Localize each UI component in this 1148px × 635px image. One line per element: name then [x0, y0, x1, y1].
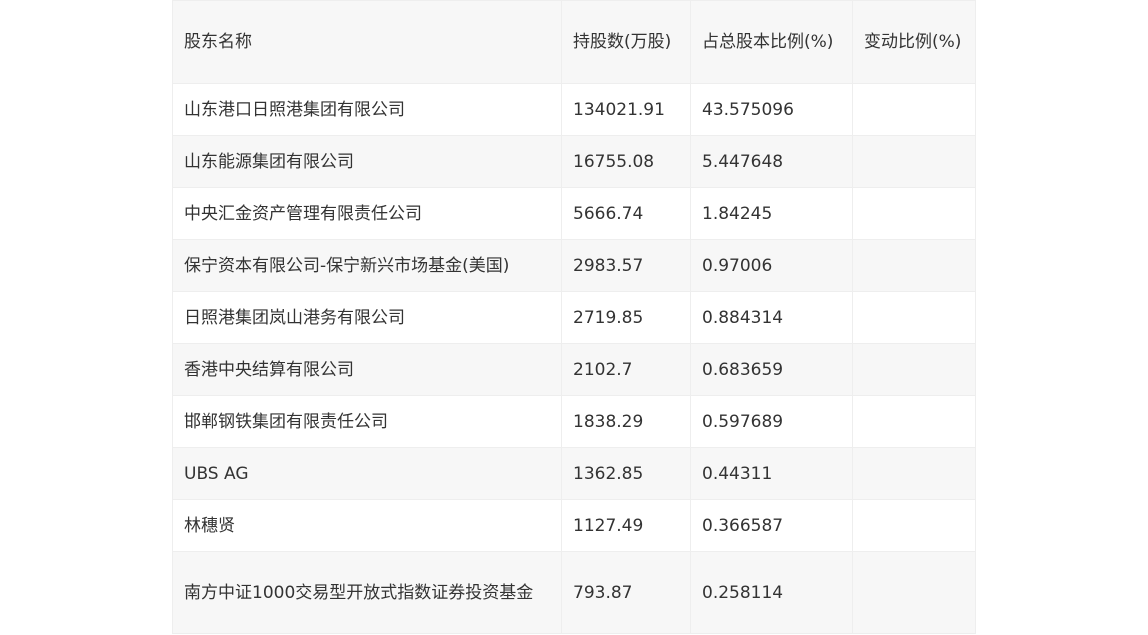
cell-share-ratio: 0.597689 [690, 395, 853, 448]
table-row: 林穗贤 1127.49 0.366587 [172, 499, 976, 552]
cell-share-ratio: 0.44311 [690, 447, 853, 500]
table-row: 邯郸钢铁集团有限责任公司 1838.29 0.597689 [172, 395, 976, 448]
cell-change-ratio [852, 343, 976, 396]
cell-shareholder-name: 日照港集团岚山港务有限公司 [172, 291, 562, 344]
table-row: 中央汇金资产管理有限责任公司 5666.74 1.84245 [172, 187, 976, 240]
cell-change-ratio [852, 395, 976, 448]
cell-shares-held: 2102.7 [561, 343, 691, 396]
table-row: 山东港口日照港集团有限公司 134021.91 43.575096 [172, 83, 976, 136]
cell-share-ratio: 5.447648 [690, 135, 853, 188]
cell-change-ratio [852, 291, 976, 344]
table-row: UBS AG 1362.85 0.44311 [172, 447, 976, 500]
cell-shares-held: 16755.08 [561, 135, 691, 188]
shareholder-table-container: 股东名称 持股数(万股) 占总股本比例(%) 变动比例(%) 山东港口日照港集团… [172, 0, 976, 634]
cell-shareholder-name: 山东能源集团有限公司 [172, 135, 562, 188]
cell-shareholder-name: 保宁资本有限公司-保宁新兴市场基金(美国) [172, 239, 562, 292]
cell-shareholder-name: 中央汇金资产管理有限责任公司 [172, 187, 562, 240]
table-row: 南方中证1000交易型开放式指数证券投资基金 793.87 0.258114 [172, 551, 976, 634]
cell-change-ratio [852, 447, 976, 500]
cell-shareholder-name: 南方中证1000交易型开放式指数证券投资基金 [172, 551, 562, 634]
cell-shareholder-name: 邯郸钢铁集团有限责任公司 [172, 395, 562, 448]
cell-shareholder-name: UBS AG [172, 447, 562, 500]
cell-share-ratio: 43.575096 [690, 83, 853, 136]
table-row: 香港中央结算有限公司 2102.7 0.683659 [172, 343, 976, 396]
header-share-ratio: 占总股本比例(%) [690, 0, 853, 84]
cell-shareholder-name: 山东港口日照港集团有限公司 [172, 83, 562, 136]
table-row: 保宁资本有限公司-保宁新兴市场基金(美国) 2983.57 0.97006 [172, 239, 976, 292]
header-shareholder-name: 股东名称 [172, 0, 562, 84]
cell-share-ratio: 0.884314 [690, 291, 853, 344]
table-header-row: 股东名称 持股数(万股) 占总股本比例(%) 变动比例(%) [172, 0, 976, 84]
cell-change-ratio [852, 135, 976, 188]
cell-shares-held: 1838.29 [561, 395, 691, 448]
table-row: 日照港集团岚山港务有限公司 2719.85 0.884314 [172, 291, 976, 344]
cell-shares-held: 1127.49 [561, 499, 691, 552]
cell-change-ratio [852, 83, 976, 136]
cell-change-ratio [852, 187, 976, 240]
cell-shares-held: 134021.91 [561, 83, 691, 136]
cell-change-ratio [852, 551, 976, 634]
header-shares-held: 持股数(万股) [561, 0, 691, 84]
cell-shares-held: 5666.74 [561, 187, 691, 240]
cell-shares-held: 793.87 [561, 551, 691, 634]
cell-share-ratio: 0.683659 [690, 343, 853, 396]
cell-share-ratio: 1.84245 [690, 187, 853, 240]
shareholder-table: 股东名称 持股数(万股) 占总股本比例(%) 变动比例(%) 山东港口日照港集团… [172, 0, 976, 634]
cell-change-ratio [852, 499, 976, 552]
cell-change-ratio [852, 239, 976, 292]
cell-shares-held: 1362.85 [561, 447, 691, 500]
cell-shares-held: 2719.85 [561, 291, 691, 344]
cell-share-ratio: 0.258114 [690, 551, 853, 634]
cell-share-ratio: 0.366587 [690, 499, 853, 552]
cell-shares-held: 2983.57 [561, 239, 691, 292]
cell-shareholder-name: 林穗贤 [172, 499, 562, 552]
header-change-ratio: 变动比例(%) [852, 0, 976, 84]
cell-shareholder-name: 香港中央结算有限公司 [172, 343, 562, 396]
table-row: 山东能源集团有限公司 16755.08 5.447648 [172, 135, 976, 188]
cell-share-ratio: 0.97006 [690, 239, 853, 292]
